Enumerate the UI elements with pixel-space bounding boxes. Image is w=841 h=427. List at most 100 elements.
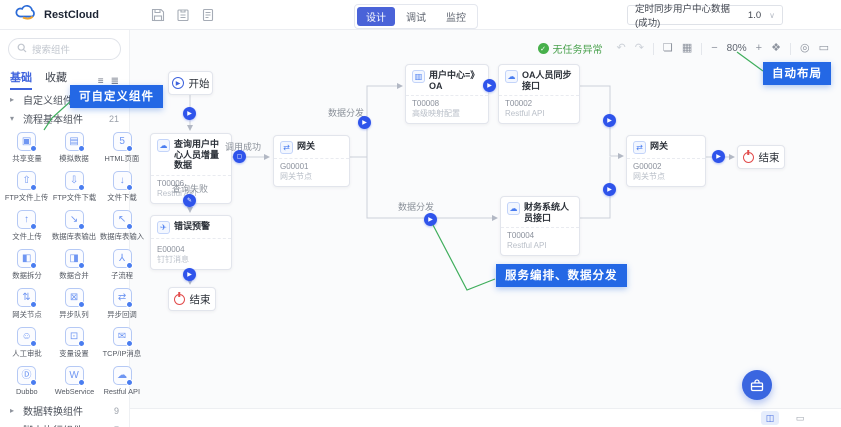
component-label: 人工审批: [11, 349, 42, 358]
component-item[interactable]: ⇩ FTP文件下载: [50, 168, 98, 207]
locate-icon[interactable]: ◎: [800, 43, 810, 54]
node-code: T00004: [507, 231, 535, 240]
save-icon[interactable]: [150, 7, 165, 22]
marquee-select-icon[interactable]: ❏: [663, 43, 673, 54]
zoom-in-icon[interactable]: +: [756, 43, 762, 54]
sidebar-group-data-transform[interactable]: ▸ 数据转换组件 9: [0, 401, 129, 420]
group-label: 流程基本组件: [23, 115, 83, 126]
check-circle-icon: ✓: [537, 43, 549, 54]
tab-monitor[interactable]: 监控: [437, 7, 475, 26]
edge-marker-play-icon[interactable]: ▶: [712, 150, 725, 163]
panel-split-icon[interactable]: ◫: [761, 411, 779, 425]
clipboard-icon[interactable]: [175, 7, 190, 22]
top-header: RestCloud 设计 调试 监控 定时同步用户中心数据(成功) 1.0 ∨: [0, 0, 841, 30]
component-label: TCP/IP消息: [102, 349, 142, 358]
sidebar-tab-basic[interactable]: 基础: [10, 69, 32, 90]
document-icon[interactable]: [200, 7, 215, 22]
component-label: 数据拆分: [11, 271, 42, 280]
edge-marker-play-icon[interactable]: ▶: [603, 183, 616, 196]
component-item[interactable]: ⇅ 网关节点: [3, 285, 50, 324]
annotation-auto-layout: 自动布局: [763, 62, 831, 85]
tab-design[interactable]: 设计: [357, 7, 395, 26]
edge-marker-play-icon[interactable]: ▶: [483, 79, 496, 92]
node-end-bottom[interactable]: 结束: [168, 287, 216, 311]
search-icon: [17, 40, 27, 58]
component-label: 数据合并: [59, 271, 89, 280]
edge-marker-play-icon[interactable]: ▶: [603, 114, 616, 127]
node-subtitle: 高级映射配置: [412, 109, 460, 118]
component-icon: W: [64, 366, 85, 386]
redo-icon[interactable]: ↷: [635, 43, 644, 54]
component-icon: ◧: [17, 249, 38, 269]
node-title: 结束: [758, 151, 780, 164]
component-item[interactable]: ✉ TCP/IP消息: [98, 324, 146, 363]
flow-version-select[interactable]: 定时同步用户中心数据(成功) 1.0 ∨: [627, 4, 783, 29]
component-item[interactable]: ↘ 数据库表输出: [50, 207, 98, 246]
edge-marker-play-icon[interactable]: ▶: [358, 116, 371, 129]
component-icon: Ⓓ: [17, 366, 38, 386]
component-item[interactable]: ☁ Restful API: [98, 363, 146, 400]
component-item[interactable]: ⊡ 变量设置: [50, 324, 98, 363]
header-doc-actions: [150, 7, 215, 22]
sidebar-group-script[interactable]: ▸ 脚本执行组件 7: [0, 420, 129, 427]
node-start[interactable]: ▶ 开始: [168, 71, 213, 95]
caret-right-icon: ▸: [10, 95, 15, 104]
node-finance-api[interactable]: ☁ 财务系统人员接口 T00004 Restful API: [500, 196, 580, 256]
component-item[interactable]: W WebService: [50, 363, 98, 400]
node-oa-sync-api[interactable]: ☁ OA人员同步接口 T00002 Restful API: [498, 64, 580, 124]
component-label: 文件上传: [11, 232, 42, 241]
component-icon: ◨: [64, 249, 85, 269]
undo-icon[interactable]: ↶: [617, 43, 626, 54]
component-item[interactable]: ↓ 文件下载: [98, 168, 146, 207]
search-input[interactable]: 搜索组件: [8, 38, 121, 60]
component-item[interactable]: Ⓓ Dubbo: [3, 363, 50, 400]
auto-layout-icon[interactable]: ❖: [771, 43, 781, 54]
component-label: Restful API: [103, 387, 141, 396]
component-item[interactable]: ⇄ 异步回调: [98, 285, 146, 324]
component-item[interactable]: ⅄ 子流程: [98, 246, 146, 285]
brand[interactable]: RestCloud: [0, 4, 132, 26]
component-item[interactable]: ☺ 人工审批: [3, 324, 50, 363]
edge-marker-play-icon[interactable]: ▶: [183, 268, 196, 281]
component-icon: ⇅: [17, 288, 38, 308]
edge-marker-play-icon[interactable]: ▶: [424, 213, 437, 226]
grid-layout-icon[interactable]: ▦: [682, 43, 692, 54]
flow-select-label: 定时同步用户中心数据(成功): [635, 4, 731, 29]
node-gateway-2[interactable]: ⇄ 网关 G00002 网关节点: [626, 135, 706, 187]
restful-api-icon: ☁: [505, 70, 518, 83]
flow-canvas[interactable]: ✓ 无任务异常 ↶ ↷ ❏ ▦ − 80% + ❖ ◎ ▭ ▶ 开始 ☁ 查询用…: [130, 30, 841, 427]
edge-marker-play-icon[interactable]: ▶: [183, 107, 196, 120]
tab-debug[interactable]: 调试: [397, 7, 435, 26]
edge-marker-condition-icon[interactable]: ▢: [233, 150, 246, 163]
sidebar-tab-favorites[interactable]: 收藏: [45, 69, 67, 90]
edge-label-data-dispatch-2: 数据分发: [398, 202, 435, 212]
sidebar-group-flow-basic[interactable]: ▾ 流程基本组件 21: [0, 109, 129, 128]
component-item[interactable]: ↖ 数据库表输入: [98, 207, 146, 246]
node-mapping-oa[interactable]: ▥ 用户中心=》OA T00008 高级映射配置: [405, 64, 489, 124]
component-label: 共享变量: [11, 154, 42, 163]
caret-right-icon: ▸: [10, 406, 15, 415]
component-item[interactable]: ◧ 数据拆分: [3, 246, 50, 285]
canvas-bottom-bar: ◫ ▭: [130, 408, 841, 427]
component-icon: ⇄: [112, 288, 133, 308]
component-item[interactable]: ⇧ FTP文件上传: [3, 168, 50, 207]
node-error-alert[interactable]: ✈ 错误预警 E00004 钉钉消息: [150, 215, 232, 270]
power-icon: [742, 151, 754, 163]
search-placeholder: 搜索组件: [32, 45, 71, 56]
component-item[interactable]: ▣ 共享变量: [3, 129, 50, 168]
component-item[interactable]: 5 HTML页面: [98, 129, 146, 168]
toolbox-fab-button[interactable]: [742, 370, 772, 400]
panel-plain-icon[interactable]: ▭: [791, 411, 809, 425]
zoom-out-icon[interactable]: −: [711, 43, 717, 54]
component-item[interactable]: ▤ 模拟数据: [50, 129, 98, 168]
node-end-right[interactable]: 结束: [737, 145, 785, 169]
component-label: 异步队列: [59, 310, 89, 319]
component-item[interactable]: ◨ 数据合并: [50, 246, 98, 285]
minimap-icon[interactable]: ▭: [819, 43, 829, 54]
component-item[interactable]: ↑ 文件上传: [3, 207, 50, 246]
edge-marker-edit-icon[interactable]: ✎: [183, 194, 196, 207]
group-label: 脚本执行组件: [23, 422, 83, 427]
node-gateway-1[interactable]: ⇄ 网关 G00001 网关节点: [273, 135, 350, 187]
component-item[interactable]: ⊠ 异步队列: [50, 285, 98, 324]
component-icon: ▣: [17, 132, 38, 152]
